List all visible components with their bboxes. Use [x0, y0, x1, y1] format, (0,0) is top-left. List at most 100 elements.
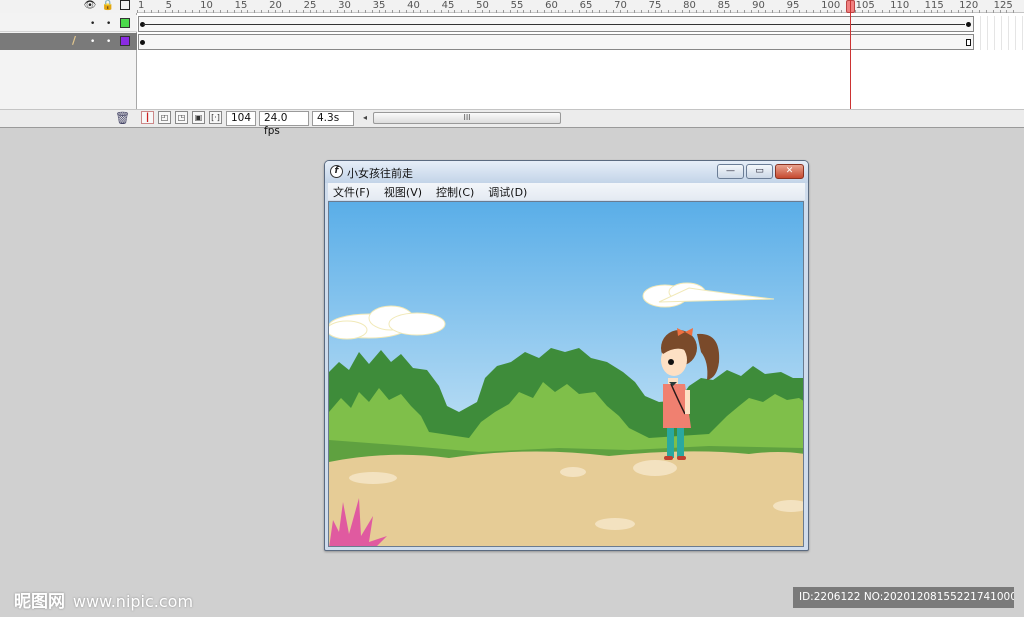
ruler-tick-mark: [502, 10, 504, 13]
ruler-tick-mark: [247, 10, 249, 13]
ruler-tick-mark: [551, 10, 552, 13]
layer-color-swatch[interactable]: [120, 18, 130, 28]
stone: [633, 460, 677, 476]
ruler-tick-mark: [896, 10, 897, 13]
frame-track-2[interactable]: [138, 34, 974, 50]
menu-view[interactable]: 视图(V): [384, 184, 422, 200]
ruler-tick-mark: [585, 10, 587, 13]
ruler-tick-mark: [199, 10, 201, 13]
ruler-tick-mark: [295, 10, 297, 13]
modify-markers-icon[interactable]: [·]: [209, 111, 222, 124]
ruler-tick-mark: [682, 10, 684, 13]
ruler-tick-mark: [785, 10, 787, 13]
ruler-tick-mark: [419, 10, 421, 13]
ruler-tick-mark: [668, 10, 670, 13]
ruler-tick-mark: [544, 10, 546, 13]
ruler-tick-mark: [571, 10, 573, 13]
close-button[interactable]: ✕: [775, 164, 804, 179]
edit-multiple-icon[interactable]: ▣: [192, 111, 205, 124]
frame-rate-field[interactable]: 24.0 fps: [259, 111, 309, 137]
ruler-tick-mark: [564, 10, 566, 13]
onion-outline-icon[interactable]: ◳: [175, 111, 188, 124]
ruler-tick-mark: [178, 10, 180, 13]
ruler-tick-mark: [206, 10, 207, 13]
ruler-tick-mark: [620, 10, 621, 13]
keyframe[interactable]: [966, 22, 971, 27]
layer-row-1[interactable]: • •: [0, 15, 137, 32]
ruler-tick-label: 105: [855, 0, 875, 11]
ruler-tick-mark: [330, 10, 332, 13]
ruler-tick-mark: [902, 10, 904, 13]
timeline-status-bar: 🗑 ┃ ◰ ◳ ▣ [·] 104 24.0 fps 4.3s ◂ III: [0, 109, 1024, 137]
ruler-tick-mark: [357, 10, 359, 13]
frame-ruler[interactable]: 👁 🔒 1 5 10 15 20 25 30 35 40 45 50 55 60 65 70 75 80 85 90…: [0, 0, 1024, 13]
ruler-tick-mark: [440, 10, 442, 13]
ruler-tick-mark: [461, 10, 463, 13]
menu-debug[interactable]: 调试(D): [488, 184, 527, 200]
ruler-tick-mark: [737, 10, 739, 13]
lock-dot[interactable]: •: [106, 37, 111, 47]
ruler-tick-mark: [337, 10, 339, 13]
ruler-tick-mark: [150, 10, 152, 13]
layer-color-swatch[interactable]: [120, 36, 130, 46]
menu-bar: 文件(F) 视图(V) 控制(C) 调试(D): [328, 183, 805, 200]
ruler-tick-mark: [654, 10, 656, 13]
elapsed-time-field: 4.3s: [312, 111, 354, 126]
playhead-line: [850, 0, 851, 109]
ruler-tick-mark: [219, 10, 221, 13]
ruler-tick-mark: [827, 10, 828, 13]
lock-icon[interactable]: 🔒: [102, 0, 114, 11]
center-frame-icon[interactable]: ┃: [141, 111, 154, 124]
lock-dot[interactable]: •: [106, 19, 111, 29]
restore-button[interactable]: ▭: [746, 164, 773, 179]
onion-skin-icon[interactable]: ◰: [158, 111, 171, 124]
window-titlebar[interactable]: f 小女孩往前走 — ▭ ✕: [325, 161, 808, 183]
end-frame[interactable]: [966, 39, 971, 46]
visibility-dot[interactable]: •: [90, 19, 95, 29]
ruler-tick-mark: [751, 10, 753, 13]
scroll-left-arrow-icon[interactable]: ◂: [358, 111, 372, 125]
ruler-tick-label: 115: [924, 0, 944, 11]
ground: [329, 451, 803, 546]
flash-player-window: f 小女孩往前走 — ▭ ✕ 文件(F) 视图(V) 控制(C) 调试(D): [324, 160, 809, 551]
timeline-scrollbar[interactable]: ◂ III: [358, 111, 563, 125]
ruler-tick-mark: [281, 10, 283, 13]
menu-file[interactable]: 文件(F): [333, 184, 370, 200]
ruler-tick-mark: [778, 10, 780, 13]
watermark-logo-text: 昵图网: [14, 592, 65, 612]
frame-track-1[interactable]: [138, 16, 974, 32]
ruler-tick-mark: [192, 10, 194, 13]
scroll-thumb[interactable]: III: [373, 112, 561, 124]
frame-grid[interactable]: [138, 14, 1024, 109]
ruler-tick-mark: [771, 10, 773, 13]
ruler-tick-mark: [537, 10, 539, 13]
empty-frames[interactable]: [974, 16, 1024, 50]
ruler-tick-mark: [406, 10, 408, 13]
trash-icon[interactable]: 🗑: [115, 111, 130, 125]
keyframe[interactable]: [140, 40, 145, 45]
ruler-tick-mark: [233, 10, 235, 13]
stone: [560, 467, 586, 477]
ruler-tick-mark: [323, 10, 325, 13]
ruler-tick-mark: [268, 10, 270, 13]
ruler-tick-mark: [647, 10, 649, 13]
ruler-tick-mark: [454, 10, 456, 13]
visibility-dot[interactable]: •: [90, 37, 95, 47]
current-frame-field: 104: [226, 111, 256, 126]
minimize-button[interactable]: —: [717, 164, 744, 179]
ruler-tick-mark: [578, 10, 580, 13]
ruler-tick-mark: [254, 10, 256, 13]
ruler-tick-mark: [868, 10, 870, 13]
stone: [595, 518, 635, 530]
eye-icon[interactable]: 👁: [84, 0, 97, 11]
watermark-url: www.nipic.com: [72, 592, 194, 611]
ruler-tick-mark: [530, 10, 532, 13]
menu-control[interactable]: 控制(C): [436, 184, 474, 200]
ruler-tick-mark: [916, 10, 918, 13]
layer-row-2[interactable]: / • •: [0, 33, 137, 50]
ruler-tick-mark: [433, 10, 435, 13]
ruler-tick-mark: [661, 10, 663, 13]
outline-icon[interactable]: [120, 0, 130, 10]
ruler-tick-label: 110: [890, 0, 910, 11]
animation-stage[interactable]: [328, 201, 804, 547]
